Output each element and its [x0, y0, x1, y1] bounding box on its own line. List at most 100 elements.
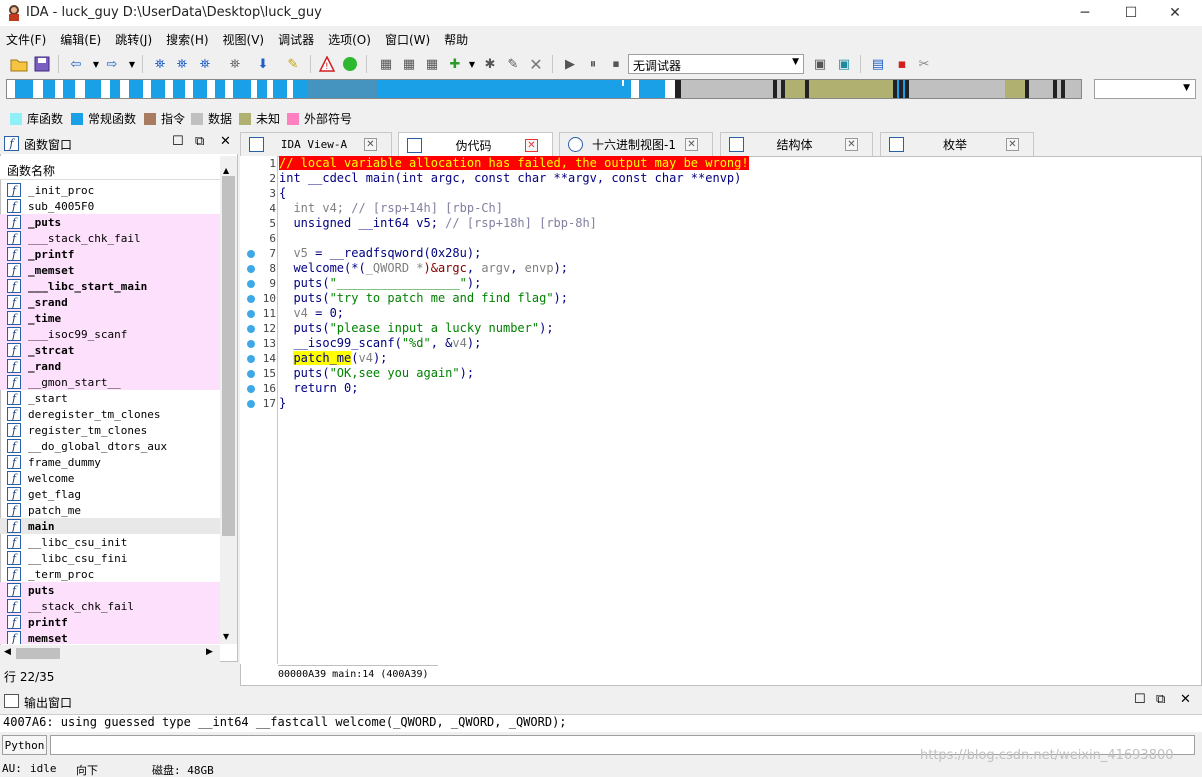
breakpoint-dot-icon[interactable]: [247, 310, 255, 318]
hscroll-thumb[interactable]: [16, 648, 60, 659]
tab-pseudocode[interactable]: 伪代码 ✕: [398, 132, 553, 157]
breakpoint-dot-icon[interactable]: [247, 370, 255, 378]
menu-edit[interactable]: 编辑(E): [54, 28, 109, 48]
function-list-item[interactable]: f puts: [0, 582, 220, 598]
tab-close-icon[interactable]: ✕: [1006, 138, 1019, 151]
open-folder-icon[interactable]: [9, 54, 29, 74]
window-restore-icon[interactable]: ⧉: [195, 134, 204, 149]
edit-icon[interactable]: ✎: [503, 54, 523, 74]
jump-down-icon[interactable]: ⬇: [253, 54, 273, 74]
function-list-item[interactable]: f welcome: [0, 470, 220, 486]
function-list-item[interactable]: f __gmon_start__: [0, 374, 220, 390]
function-list[interactable]: f _init_proc f sub_4005F0 f _puts f ___stack_ch…: [0, 182, 220, 644]
code-line[interactable]: unsigned __int64 v5; // [rsp+18h] [rbp-8…: [279, 216, 596, 230]
function-list-item[interactable]: f _rand: [0, 358, 220, 374]
code-line[interactable]: int v4; // [rsp+14h] [rbp-Ch]: [279, 201, 503, 215]
code-line[interactable]: puts("please input a lucky number");: [279, 321, 553, 335]
stop-icon[interactable]: ⏹: [606, 54, 626, 74]
pause-icon[interactable]: ⏸: [583, 54, 603, 74]
function-list-item[interactable]: f main: [0, 518, 220, 534]
function-list-item[interactable]: f get_flag: [0, 486, 220, 502]
mark-icon[interactable]: ✎: [283, 54, 303, 74]
forward-arrow-icon[interactable]: ⇨: [102, 54, 122, 74]
function-list-item[interactable]: f ___stack_chk_fail: [0, 230, 220, 246]
tab-close-icon[interactable]: ✕: [364, 138, 377, 151]
code-line[interactable]: puts("OK,see you again");: [279, 366, 474, 380]
menu-search[interactable]: 搜索(H): [160, 28, 216, 48]
function-list-item[interactable]: f ___libc_start_main: [0, 278, 220, 294]
breakpoint-dot-icon[interactable]: [247, 250, 255, 258]
add-dropdown-icon[interactable]: ▼: [462, 54, 482, 74]
debugger-options-icon[interactable]: ▣: [810, 54, 830, 74]
function-list-item[interactable]: f _init_proc: [0, 182, 220, 198]
menu-jump[interactable]: 跳转(J): [109, 28, 160, 48]
code-line[interactable]: v5 = __readfsqword(0x28u);: [279, 246, 481, 260]
function-list-item[interactable]: f deregister_tm_clones: [0, 406, 220, 422]
warning-icon[interactable]: !: [317, 54, 337, 74]
menu-options[interactable]: 选项(O): [322, 28, 379, 48]
minimize-button[interactable]: ─: [1062, 0, 1108, 26]
function-list-item[interactable]: f __libc_csu_fini: [0, 550, 220, 566]
breakpoint-dot-icon[interactable]: [247, 280, 255, 288]
menu-windows[interactable]: 窗口(W): [379, 28, 438, 48]
tab-enums[interactable]: 枚举 ✕: [880, 132, 1034, 156]
menu-help[interactable]: 帮助: [438, 28, 476, 48]
function-list-item[interactable]: f _memset: [0, 262, 220, 278]
menu-debugger[interactable]: 调试器: [272, 28, 322, 48]
function-list-item[interactable]: f _printf: [0, 246, 220, 262]
breakpoint-dot-icon[interactable]: [247, 400, 255, 408]
breakpoint-dot-icon[interactable]: [247, 265, 255, 273]
code-line[interactable]: {: [279, 186, 286, 200]
function-name-column-header[interactable]: 函数名称: [0, 156, 220, 180]
scroll-thumb[interactable]: [222, 176, 235, 536]
back-arrow-icon[interactable]: ⇦: [66, 54, 86, 74]
code-line-warning[interactable]: // local variable allocation has failed,…: [279, 156, 749, 170]
function-list-item[interactable]: f memset: [0, 630, 220, 644]
scroll-left-icon[interactable]: ◀: [4, 647, 11, 657]
scroll-up-icon[interactable]: ▲: [223, 166, 229, 175]
tracing-icon[interactable]: ✂: [914, 54, 934, 74]
function-list-item[interactable]: f __libc_csu_init: [0, 534, 220, 550]
search-text-icon[interactable]: ⛯: [172, 54, 192, 74]
code-line-signature[interactable]: int __cdecl main(int argc, const char **…: [279, 171, 741, 185]
function-list-item[interactable]: f ___isoc99_scanf: [0, 326, 220, 342]
menu-view[interactable]: 视图(V): [217, 28, 273, 48]
scroll-right-icon[interactable]: ▶: [206, 647, 213, 657]
python-language-button[interactable]: Python: [2, 735, 47, 755]
maximize-button[interactable]: ☐: [1108, 0, 1154, 26]
menu-file[interactable]: 文件(F): [0, 28, 54, 48]
pseudocode-view[interactable]: [240, 156, 1202, 686]
attach-icon[interactable]: ▣: [834, 54, 854, 74]
window-close-icon[interactable]: ✕: [220, 134, 231, 149]
function-list-item[interactable]: f frame_dummy: [0, 454, 220, 470]
code-line[interactable]: puts("try to patch me and find flag");: [279, 291, 568, 305]
patch-icon[interactable]: ✱: [480, 54, 500, 74]
code-line[interactable]: }: [279, 396, 286, 410]
close-button[interactable]: ✕: [1152, 0, 1198, 26]
function-list-item[interactable]: f _term_proc: [0, 566, 220, 582]
function-list-item[interactable]: f _srand: [0, 294, 220, 310]
tab-structures[interactable]: 结构体 ✕: [720, 132, 873, 156]
tab-ida-view-a[interactable]: IDA View-A ✕: [240, 132, 392, 156]
breakpoint-icon[interactable]: ▪: [892, 54, 912, 74]
code-line[interactable]: welcome(*(_QWORD *)&argc, argv, envp);: [279, 261, 568, 275]
undefine-icon[interactable]: ✕: [526, 54, 546, 74]
segment-dropdown[interactable]: ▼: [1094, 79, 1196, 99]
function-list-item[interactable]: f __do_global_dtors_aux: [0, 438, 220, 454]
window-close-icon[interactable]: ✕: [1180, 692, 1191, 707]
code-icon[interactable]: ▦: [376, 54, 396, 74]
search-next-icon[interactable]: ⛯: [225, 54, 245, 74]
code-line-current[interactable]: patch_me(v4);: [279, 351, 387, 365]
function-list-item[interactable]: f printf: [0, 614, 220, 630]
window-restore-icon[interactable]: ⧉: [1156, 692, 1165, 707]
debugger-select[interactable]: 无调试器 ▼: [628, 54, 804, 74]
tab-hex-view[interactable]: 十六进制视图-1 ✕: [559, 132, 713, 156]
binoculars-icon[interactable]: ⛯: [150, 54, 170, 74]
scroll-down-icon[interactable]: ▼: [223, 632, 229, 641]
code-line[interactable]: return 0;: [279, 381, 358, 395]
function-list-vscrollbar[interactable]: ▲ ▼: [220, 156, 237, 644]
tab-close-icon[interactable]: ✕: [525, 138, 538, 152]
window-float-icon[interactable]: ☐: [172, 134, 184, 149]
function-list-item[interactable]: f sub_4005F0: [0, 198, 220, 214]
code-line[interactable]: __isoc99_scanf("%d", &v4);: [279, 336, 481, 350]
